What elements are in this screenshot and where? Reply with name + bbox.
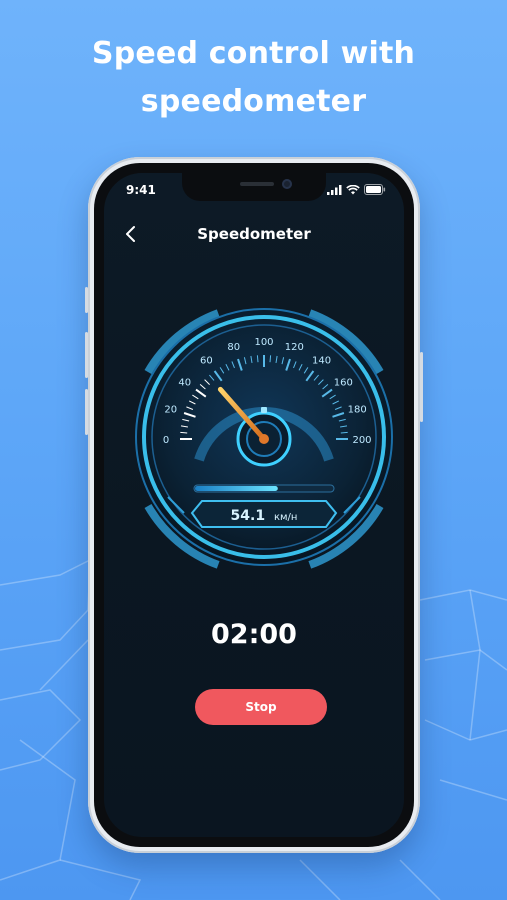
app-screen: 9:41 Speedometer 0 20 40 60 80 100 120 1… <box>104 173 404 837</box>
gauge-tick-label: 160 <box>334 377 353 388</box>
gauge-progress-fill <box>195 486 278 491</box>
notch <box>182 173 326 201</box>
page-title: Speedometer <box>197 225 311 243</box>
status-icons <box>327 184 386 195</box>
headline: Speed control with speedometer <box>0 30 507 126</box>
gauge-tick <box>269 355 272 363</box>
headline-line-2: speedometer <box>140 84 367 119</box>
gauge-tick-label: 60 <box>200 356 213 367</box>
gauge-tick <box>180 431 188 434</box>
gauge-tick-label: 200 <box>352 435 371 446</box>
headline-line-1: Speed control with <box>91 36 416 71</box>
gauge-tick-label: 100 <box>254 337 273 348</box>
gauge-tick-label: 180 <box>348 405 367 416</box>
wifi-icon <box>346 184 360 194</box>
gauge-tick-label: 20 <box>164 405 177 416</box>
phone-bezel: 9:41 Speedometer 0 20 40 60 80 100 120 1… <box>94 163 414 847</box>
front-camera-icon <box>282 179 292 189</box>
gauge-tick-label: 80 <box>227 342 240 353</box>
status-time: 9:41 <box>126 183 156 197</box>
phone-frame: 9:41 Speedometer 0 20 40 60 80 100 120 1… <box>85 157 423 853</box>
volume-up-button <box>85 332 88 378</box>
speed-value: 54.1 <box>231 508 266 524</box>
mute-switch <box>85 287 88 313</box>
gauge-tick-label: 0 <box>163 435 169 446</box>
speed-unit: км/н <box>274 512 298 523</box>
gauge-tick-label: 140 <box>312 356 331 367</box>
speedometer-gauge: 0 20 40 60 80 100 120 140160 180 200 54.1 км/н <box>135 308 393 569</box>
signal-icon <box>327 184 342 195</box>
timer-display: 02:00 <box>211 619 297 650</box>
gauge-tick-label: 120 <box>285 342 304 353</box>
speaker-grille <box>240 182 274 186</box>
battery-icon <box>364 184 386 195</box>
volume-down-button <box>85 389 88 435</box>
power-button <box>420 352 423 422</box>
gauge-tick <box>340 431 348 434</box>
gauge-tick <box>256 355 259 363</box>
stop-button[interactable]: Stop <box>195 689 327 725</box>
gauge-tick-label: 40 <box>178 377 191 388</box>
